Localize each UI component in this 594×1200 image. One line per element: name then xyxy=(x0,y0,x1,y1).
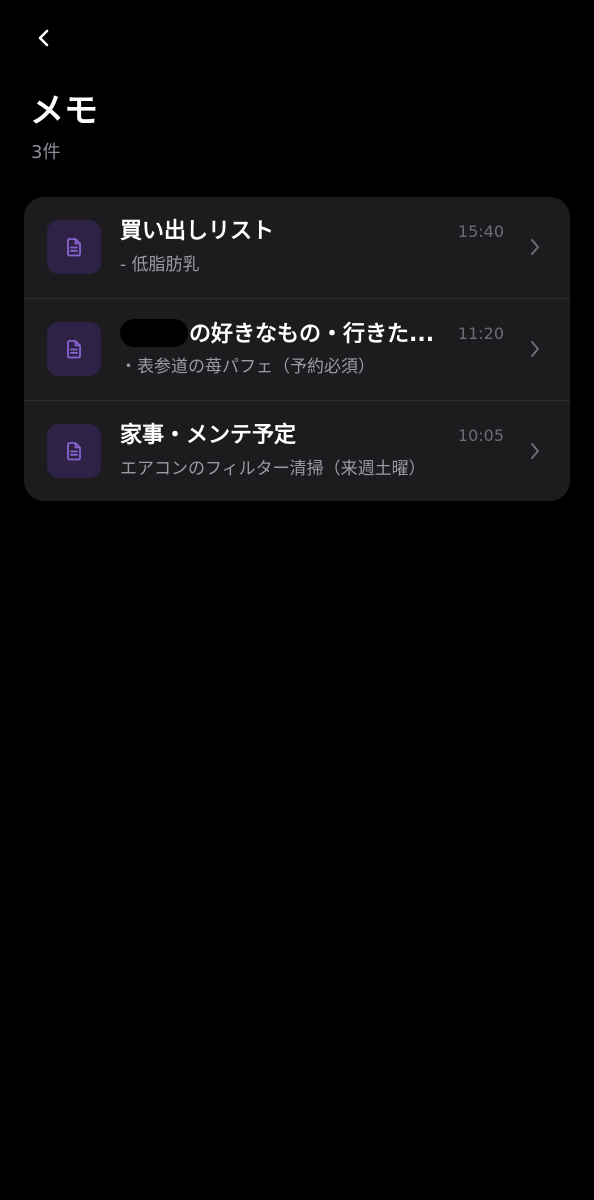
redaction-mark xyxy=(120,319,188,347)
note-preview: - 低脂肪乳 xyxy=(120,255,200,275)
back-button[interactable] xyxy=(26,20,62,56)
note-title: 買い出しリスト xyxy=(120,219,275,244)
chevron-right-icon xyxy=(528,440,542,462)
note-title: の好きなもの・行きた... xyxy=(120,319,435,350)
chevron-left-icon xyxy=(38,29,49,47)
note-preview: ・表参道の苺パフェ（予約必須） xyxy=(120,357,375,377)
document-icon xyxy=(67,442,81,461)
list-item[interactable]: の好きなもの・行きた... ・表参道の苺パフェ（予約必須） 11:20 xyxy=(24,299,570,400)
page-title: メモ xyxy=(30,91,98,131)
note-icon-tile xyxy=(47,424,101,478)
notes-list: 買い出しリスト - 低脂肪乳 15:40 の好きなもの・行きた... ・表参道の… xyxy=(24,197,570,501)
chevron-right-icon xyxy=(528,236,542,258)
list-item[interactable]: 家事・メンテ予定 エアコンのフィルター清掃（来週土曜） 10:05 xyxy=(24,401,570,501)
note-title-text: の好きなもの・行きた... xyxy=(189,322,435,347)
note-icon-tile xyxy=(47,220,101,274)
chevron-right-icon xyxy=(528,338,542,360)
document-icon xyxy=(67,238,81,257)
note-count: 3件 xyxy=(31,142,61,163)
note-icon-tile xyxy=(47,322,101,376)
note-time: 15:40 xyxy=(457,222,504,241)
note-time: 11:20 xyxy=(457,324,504,343)
note-title: 家事・メンテ予定 xyxy=(120,423,297,448)
note-time: 10:05 xyxy=(457,426,504,445)
note-preview: エアコンのフィルター清掃（来週土曜） xyxy=(120,459,426,479)
document-icon xyxy=(67,340,81,359)
list-item[interactable]: 買い出しリスト - 低脂肪乳 15:40 xyxy=(24,197,570,298)
